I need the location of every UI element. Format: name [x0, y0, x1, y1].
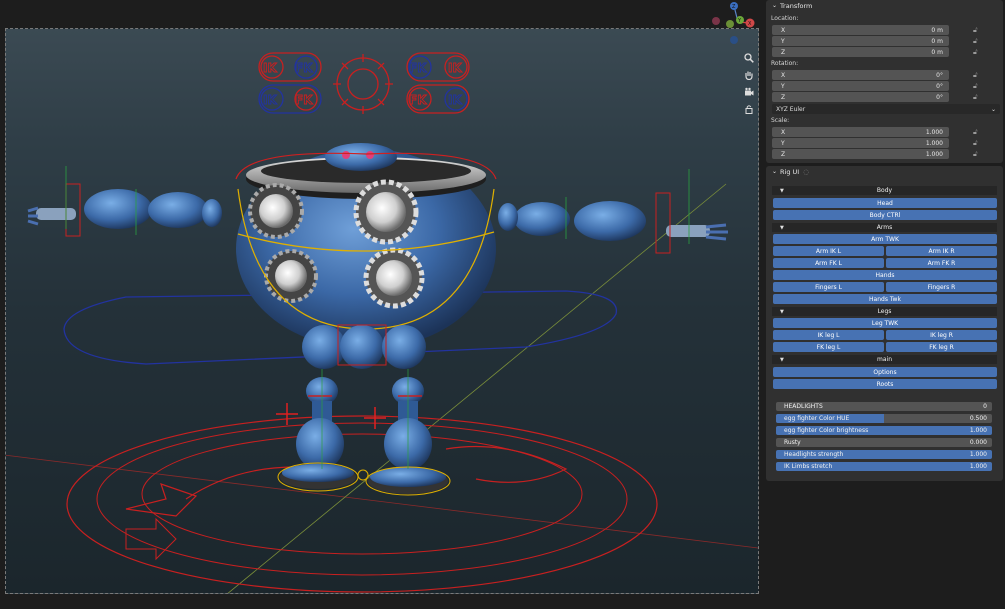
head-button[interactable]: Head: [773, 198, 997, 208]
lock-rotation-z-icon[interactable]: 🔓︎: [973, 93, 980, 101]
lock-location-x-icon[interactable]: 🔓︎: [973, 26, 980, 34]
fingers-r-button[interactable]: Fingers R: [886, 282, 997, 292]
arm-fk-r-button[interactable]: Arm FK R: [886, 258, 997, 268]
svg-text:FK: FK: [409, 93, 427, 107]
triangle-down-icon: ▼: [780, 308, 784, 315]
chevron-down-icon: ⌄: [772, 2, 778, 9]
transform-panel-header[interactable]: ⌄ Transform: [766, 0, 1003, 11]
rotation-y-field[interactable]: Y 0°: [772, 81, 949, 91]
svg-text:IK: IK: [263, 61, 277, 75]
rig-ui-title: Rig UI: [780, 167, 800, 176]
scale-x-field[interactable]: X 1.000: [772, 127, 949, 137]
triangle-down-icon: ▼: [780, 187, 784, 194]
ik-leg-l-button[interactable]: IK leg L: [773, 330, 884, 340]
headlights-strength-slider[interactable]: Headlights strength 1.000: [776, 450, 992, 459]
location-z-field[interactable]: Z0 m: [772, 47, 949, 57]
section-body[interactable]: ▼ Body: [772, 186, 997, 195]
location-x-field[interactable]: X0 m: [772, 25, 949, 35]
blender-window: IK FK IK FK FK IK FK IK Z X Y ⌄ Transfor…: [0, 0, 1005, 609]
hand-pan-icon[interactable]: [742, 68, 756, 82]
navigation-gizmo[interactable]: Z X Y: [710, 0, 760, 45]
left-arm: [27, 166, 222, 237]
lock-location-z-icon[interactable]: 🔓︎: [973, 48, 980, 56]
rig-ui-panel-header[interactable]: ⌄ Rig UI ◌: [766, 166, 1003, 177]
scale-z-field[interactable]: Z 1.000: [772, 149, 949, 159]
ik-fk-letters: IK FK IK FK FK IK FK IK: [263, 61, 463, 108]
triangle-down-icon: ▼: [780, 224, 784, 231]
egg-fighter-hue-slider[interactable]: egg fighter Color HUE 0.500: [776, 414, 992, 423]
leg-twk-button[interactable]: Leg TWK: [773, 318, 997, 328]
svg-text:X: X: [748, 21, 752, 27]
root-control-outer: [66, 415, 658, 593]
ik-limbs-stretch-slider[interactable]: IK Limbs stretch 1.000: [776, 462, 992, 471]
lock-rotation-x-icon[interactable]: 🔓︎: [973, 71, 980, 79]
svg-text:IK: IK: [263, 93, 277, 107]
hands-twk-button[interactable]: Hands Twk: [773, 294, 997, 304]
robot-body: [235, 143, 497, 349]
section-arms[interactable]: ▼ Arms: [772, 223, 997, 232]
lock-location-y-icon[interactable]: 🔓︎: [973, 37, 980, 45]
rotation-z-field[interactable]: Z 0°: [772, 92, 949, 102]
rusty-slider[interactable]: Rusty 0.000: [776, 438, 992, 447]
svg-text:FK: FK: [295, 61, 313, 75]
robot-legs: [277, 324, 451, 496]
rotation-label: Rotation:: [771, 60, 799, 67]
lock-icon[interactable]: [742, 102, 756, 116]
chevron-down-icon: ⌄: [772, 168, 778, 175]
arm-fk-l-button[interactable]: Arm FK L: [773, 258, 884, 268]
lock-scale-z-icon[interactable]: 🔓︎: [973, 150, 980, 158]
camera-icon[interactable]: [742, 85, 756, 99]
lock-scale-x-icon[interactable]: 🔓︎: [973, 128, 980, 136]
section-legs[interactable]: ▼ Legs: [772, 307, 997, 316]
arm-ik-r-button[interactable]: Arm IK R: [886, 246, 997, 256]
arm-ik-l-button[interactable]: Arm IK L: [773, 246, 884, 256]
ik-fk-widgets: [258, 52, 470, 114]
fingers-l-button[interactable]: Fingers L: [773, 282, 884, 292]
svg-text:IK: IK: [448, 61, 462, 75]
triangle-down-icon: ▼: [780, 356, 784, 363]
headlights-property[interactable]: HEADLIGHTS 0: [776, 402, 992, 411]
scale-y-field[interactable]: Y 1.000: [772, 138, 949, 148]
lock-scale-y-icon[interactable]: 🔓︎: [973, 139, 980, 147]
svg-text:FK: FK: [295, 93, 313, 107]
rotation-mode-select[interactable]: XYZ Euler ⌄: [772, 104, 1000, 114]
drag-handle-icon[interactable]: ◌: [803, 168, 809, 176]
3d-viewport[interactable]: IK FK IK FK FK IK FK IK: [5, 28, 759, 594]
section-main[interactable]: ▼ main: [772, 355, 997, 364]
location-y-field[interactable]: Y0 m: [772, 36, 949, 46]
fk-leg-l-button[interactable]: FK leg L: [773, 342, 884, 352]
transform-title: Transform: [780, 1, 813, 10]
hands-button[interactable]: Hands: [773, 270, 997, 280]
roots-button[interactable]: Roots: [773, 379, 997, 389]
arm-twk-button[interactable]: Arm TWK: [773, 234, 997, 244]
location-label: Location:: [771, 15, 799, 22]
lock-rotation-y-icon[interactable]: 🔓︎: [973, 82, 980, 90]
chevron-down-icon: ⌄: [990, 105, 996, 113]
scale-label: Scale:: [771, 117, 790, 124]
rotation-x-field[interactable]: X 0°: [772, 70, 949, 80]
svg-text:Z: Z: [732, 4, 736, 10]
egg-fighter-brightness-slider[interactable]: egg fighter Color brightness 1.000: [776, 426, 992, 435]
body-ctrl-button[interactable]: Body CTRl: [773, 210, 997, 220]
svg-text:IK: IK: [448, 93, 462, 107]
ik-leg-r-button[interactable]: IK leg R: [886, 330, 997, 340]
fk-leg-r-button[interactable]: FK leg R: [886, 342, 997, 352]
robot-scene: IK FK IK FK FK IK FK IK: [6, 52, 758, 593]
svg-text:FK: FK: [409, 61, 427, 75]
options-button[interactable]: Options: [773, 367, 997, 377]
zoom-icon[interactable]: [742, 51, 756, 65]
